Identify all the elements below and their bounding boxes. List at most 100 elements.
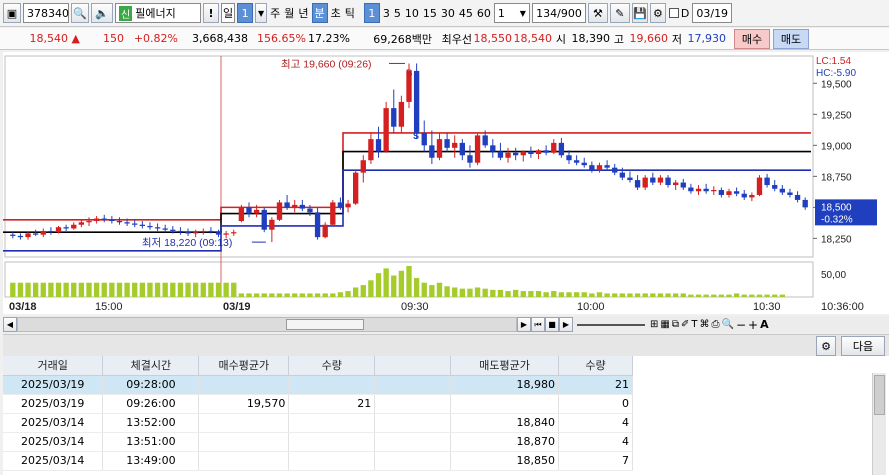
price-tick-label: 19,000 (821, 141, 852, 152)
chart-scrollbar[interactable] (17, 317, 517, 332)
table-cell: 19,570 (198, 394, 290, 414)
interval-60[interactable]: 60 (476, 3, 492, 23)
zoom-slider[interactable] (577, 323, 645, 326)
count-field[interactable]: 134/900 (531, 3, 586, 23)
buy-button[interactable]: 매수 (734, 28, 770, 49)
interval-3[interactable]: 3 (382, 3, 391, 23)
text-icon[interactable]: T (690, 315, 698, 335)
table-scroll-thumb[interactable] (874, 375, 885, 415)
save-icon[interactable]: 💾 (631, 3, 648, 23)
tab-month[interactable]: 월 (283, 3, 295, 23)
table-cell: 2025/03/14 (3, 413, 104, 433)
col-trade-date[interactable]: 거래일 (3, 356, 104, 376)
candle-body (200, 230, 206, 233)
indicator-icon[interactable]: ⚒ (587, 3, 608, 23)
magnet-icon[interactable]: ⌘ (698, 315, 710, 335)
gear-icon[interactable]: ⚙ (649, 3, 666, 23)
candle-body (231, 232, 237, 234)
volume-bar (33, 282, 39, 297)
zoom-out-icon[interactable]: − (735, 315, 747, 335)
trade-history-table: 거래일 체결시간 매수평균가 수량 매도평균가 수량 2025/03/19 09:… (3, 356, 889, 475)
volume-bar (406, 266, 412, 297)
scroll-thumb[interactable] (286, 319, 364, 330)
search-icon[interactable]: 🔍 (71, 3, 89, 23)
interval-10[interactable]: 10 (404, 3, 420, 23)
col-sell-avg[interactable]: 매도평균가 (450, 356, 560, 376)
table-cell: 09:28:00 (102, 375, 200, 395)
table-row[interactable]: 2025/03/14 13:52:00 18,840 4 (3, 413, 633, 433)
first-button[interactable]: ⏮ (531, 317, 545, 332)
table-row[interactable]: 2025/03/19 09:26:00 19,570 21 0 (3, 394, 633, 414)
candle-body (124, 222, 130, 224)
scroll-right-button[interactable]: ▶ (517, 317, 531, 332)
font-size-icon[interactable]: A (759, 315, 770, 335)
col-sell-qty[interactable]: 수량 (558, 356, 633, 376)
period-day-label[interactable]: 일 (221, 3, 236, 23)
scroll-left-button[interactable]: ◀ (3, 317, 17, 332)
panel-gear-icon[interactable]: ⚙ (816, 336, 836, 356)
candle-body (619, 172, 625, 178)
volume-bar (93, 282, 100, 297)
volume-bar (756, 294, 763, 297)
best-label: 최우선 (441, 32, 472, 46)
candle-body (627, 177, 633, 181)
tool-icon[interactable]: ✎ (609, 3, 630, 23)
interval-5[interactable]: 5 (393, 3, 402, 23)
table-row[interactable]: 2025/03/19 09:28:00 18,980 21 (3, 375, 633, 395)
col-buy-avg[interactable]: 매수평균가 (198, 356, 290, 376)
interval-15[interactable]: 15 (422, 3, 438, 23)
col-exec-time[interactable]: 체결시간 (102, 356, 200, 376)
table-cell (288, 413, 376, 433)
candle-body (223, 233, 229, 235)
play-button[interactable]: ▶ (559, 317, 573, 332)
period-num[interactable]: 1 (237, 3, 254, 23)
tab-week[interactable]: 주 (269, 3, 281, 23)
candle-body (353, 172, 359, 204)
layout-icon[interactable]: ⊞ (649, 315, 659, 335)
tab-minute[interactable]: 분 (311, 3, 328, 23)
best-bid: 18,540 (513, 32, 553, 45)
table-scrollbar[interactable] (872, 373, 886, 475)
period-dropdown-icon[interactable]: ▼ (255, 3, 268, 23)
window-icon[interactable]: ▣ (3, 3, 21, 23)
volume-bar (474, 287, 481, 297)
stock-code-input[interactable]: 378340 (23, 3, 69, 23)
draw-icon[interactable]: ✐ (680, 315, 690, 335)
table-row[interactable]: 2025/03/14 13:49:00 18,850 7 (3, 451, 633, 471)
col-buy-qty[interactable]: 수량 (288, 356, 376, 376)
date-input[interactable]: 03/19 (692, 3, 733, 23)
interval-45[interactable]: 45 (458, 3, 474, 23)
volume-bar (200, 282, 206, 297)
sell-button[interactable]: 매도 (773, 28, 809, 49)
candle-body (368, 139, 374, 161)
candle-body (391, 108, 397, 127)
alert-icon[interactable]: ! (203, 3, 219, 23)
stop-button[interactable]: ■ (545, 317, 559, 332)
tab-second[interactable]: 초 (330, 3, 342, 23)
table-cell (374, 394, 452, 414)
candle-body (505, 152, 511, 158)
count-select-value: 1 (497, 6, 505, 20)
print-icon[interactable]: ⎙ (710, 315, 720, 335)
stock-name-field[interactable]: 신 필에너지 (115, 3, 201, 23)
candlestick-chart[interactable]: 19,500 19,250 19,000 18,750 18,500 18,250 50,0… (3, 52, 889, 314)
volume-bar (695, 294, 702, 297)
tab-tick[interactable]: 틱 (344, 3, 356, 23)
volume-bar (596, 292, 603, 297)
chart-area[interactable]: 19,500 19,250 19,000 18,750 18,500 18,250 50,0… (3, 52, 889, 314)
interval-1[interactable]: 1 (363, 3, 380, 23)
table-cell: 18,870 (450, 432, 560, 452)
volume-bar (566, 292, 572, 297)
speaker-icon[interactable]: 🔈 (91, 3, 113, 23)
count-select[interactable]: 1 ▼ (493, 3, 530, 23)
zoom-in-icon[interactable]: + (747, 315, 759, 335)
volume-bar (726, 294, 732, 297)
d-checkbox[interactable]: D (668, 3, 690, 23)
compare-icon[interactable]: ⧉ (671, 315, 680, 335)
interval-30[interactable]: 30 (440, 3, 456, 23)
grid-icon[interactable]: ▦ (659, 315, 670, 335)
zoom-icon[interactable]: 🔍 (720, 315, 734, 335)
next-button[interactable]: 다음 (841, 336, 885, 356)
tab-year[interactable]: 년 (297, 3, 309, 23)
table-row[interactable]: 2025/03/14 13:51:00 18,870 4 (3, 432, 633, 452)
